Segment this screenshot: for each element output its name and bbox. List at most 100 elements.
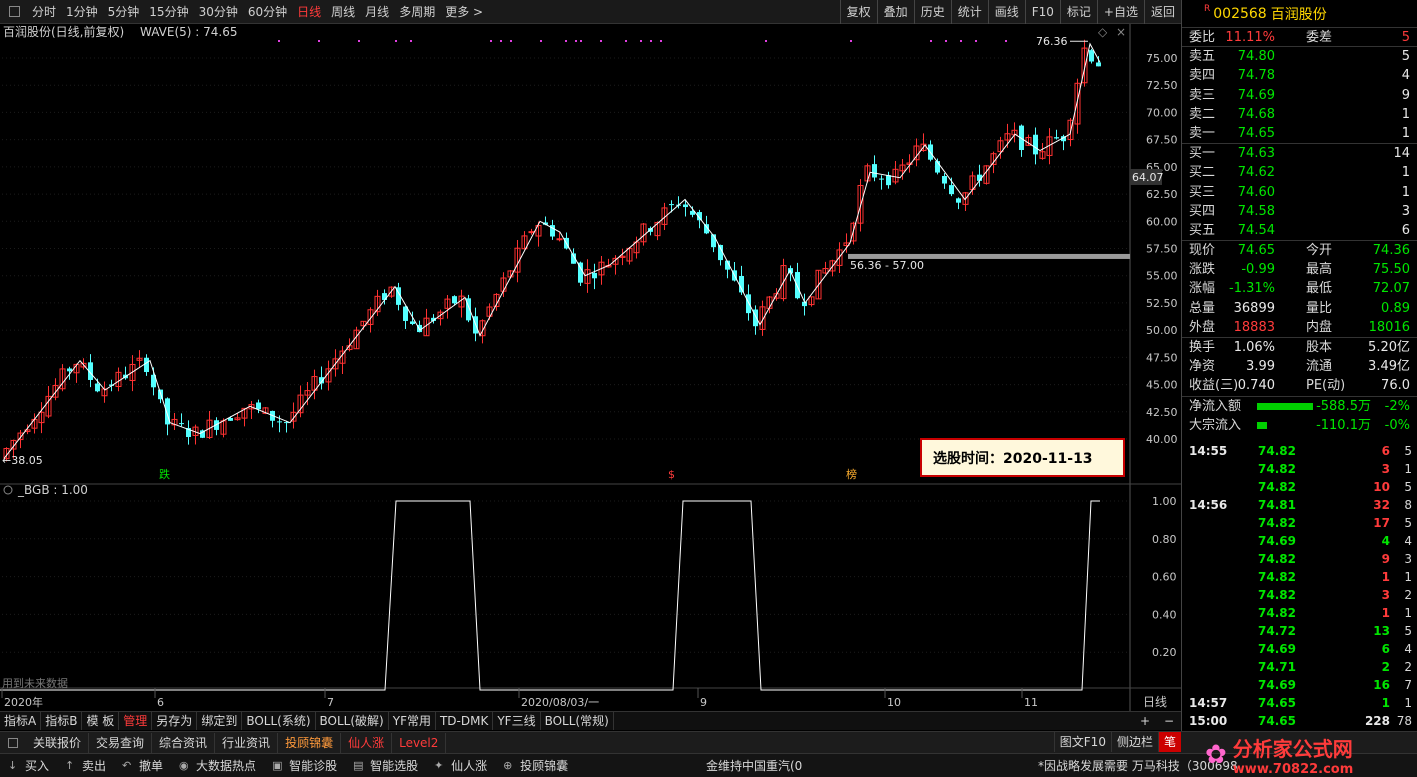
panel-tab-right[interactable]: 笔 <box>1157 732 1181 752</box>
toolbar-button[interactable]: 标记 <box>1059 0 1097 24</box>
period-tabs: 分时 1分钟 5分钟 15分钟 30分钟 60分钟 日线 周线 月线 多周期 更多 > <box>27 0 488 24</box>
toolbar-button[interactable]: 统计 <box>950 0 988 24</box>
tick-price: 74.82 <box>1258 462 1296 476</box>
kline-chart[interactable]: 75.0072.5070.0067.5065.0062.5060.0057.50… <box>0 24 1181 712</box>
toolbar-button[interactable]: 叠加 <box>876 0 914 24</box>
row-value: 3.99 <box>1246 359 1275 375</box>
signal-dot <box>945 40 947 42</box>
status-button[interactable]: ✦ 仙人涨 <box>426 757 495 774</box>
tick-row: 74.69 4 4 <box>1182 532 1417 550</box>
row-value: -0.99 <box>1241 262 1275 278</box>
panel-tab[interactable]: 交易查询 <box>89 732 153 753</box>
tick-price: 74.65 <box>1258 714 1296 728</box>
tick-time: 14:56 <box>1189 498 1228 512</box>
sub-tick-label: 0.80 <box>1152 533 1177 546</box>
tick-volume: 17 <box>1373 516 1390 530</box>
row-label: 总量 <box>1189 300 1216 316</box>
indicator-tab[interactable]: 指标A <box>0 712 42 730</box>
period-tab[interactable]: 日线 <box>292 0 326 24</box>
sub-tick-label: 0.20 <box>1152 646 1177 659</box>
candle-down <box>1096 62 1101 67</box>
indicator-tab[interactable]: BOLL(常规) <box>541 712 614 730</box>
period-tab[interactable]: 分时 <box>27 0 61 24</box>
panel-tab-right[interactable]: 侧边栏 <box>1110 732 1158 752</box>
row-value: 74.36 <box>1372 243 1410 259</box>
row-value: 74.80 <box>1237 49 1275 65</box>
stat-row: 净资 3.99 流通 3.49亿 <box>1182 357 1417 376</box>
status-button[interactable]: ↓ 买入 <box>0 757 57 774</box>
tick-count: 8 <box>1404 498 1412 512</box>
tick-price: 74.65 <box>1258 696 1296 710</box>
panel-tab[interactable]: 仙人涨 <box>341 732 393 753</box>
toolbar-button[interactable]: 历史 <box>913 0 951 24</box>
period-tab[interactable]: 60分钟 <box>243 0 292 24</box>
panel-tab[interactable]: 投顾锦囊 <box>278 732 342 753</box>
period-tab[interactable]: 多周期 <box>394 0 440 24</box>
tick-time: 14:55 <box>1189 444 1228 458</box>
toolbar-button[interactable]: 返回 <box>1143 0 1181 24</box>
stat-row: 涨幅 -1.31% 最低 72.07 <box>1182 279 1417 298</box>
panel-tab[interactable]: Level2 <box>392 732 447 753</box>
period-tab[interactable]: 1分钟 <box>61 0 103 24</box>
period-tab[interactable]: 更多 > <box>440 0 488 24</box>
tick-count: 2 <box>1404 588 1412 602</box>
row-label: 买一 <box>1189 146 1216 162</box>
tick-row: 74.69 16 7 <box>1182 676 1417 694</box>
price-tick-label: 57.50 <box>1146 243 1178 256</box>
future-note: 用到未来数据 <box>2 676 68 690</box>
indicator-tab[interactable]: YF三线 <box>493 712 541 730</box>
row-value: 74.68 <box>1237 106 1275 122</box>
status-button[interactable]: ▤ 智能选股 <box>345 757 426 774</box>
indicator-tab[interactable]: 模 板 <box>82 712 120 730</box>
tick-price: 74.82 <box>1258 606 1296 620</box>
price-tick-label: 42.50 <box>1146 406 1178 419</box>
toolbar-button[interactable]: +自选 <box>1096 0 1144 24</box>
tick-time: 14:57 <box>1189 696 1228 710</box>
period-tab[interactable]: 5分钟 <box>103 0 145 24</box>
candle-down <box>1089 50 1094 62</box>
window-icon[interactable] <box>8 737 18 748</box>
tick-row: 74.82 3 1 <box>1182 460 1417 478</box>
window-icon[interactable] <box>9 6 20 17</box>
indicator-tabs: 指标A 指标B 模 板管理 另存为 绑定到 BOLL(系统) BOLL(破解) YF常用 TD-… <box>0 711 1181 730</box>
period-tab[interactable]: 15分钟 <box>144 0 193 24</box>
indicator-tab[interactable]: TD-DMK <box>436 712 494 730</box>
status-button[interactable]: ↶ 撤单 <box>114 757 171 774</box>
zoom-in-button[interactable]: + <box>1133 712 1157 730</box>
row-value: 74.62 <box>1237 165 1275 181</box>
panel-tab-right[interactable]: 图文F10 <box>1053 732 1111 752</box>
candle-up <box>556 238 563 241</box>
candle-down <box>669 204 674 206</box>
toolbar-button[interactable]: 画线 <box>987 0 1025 24</box>
panel-tab[interactable]: 关联报价 <box>26 732 90 753</box>
period-tab[interactable]: 月线 <box>360 0 394 24</box>
indicator-tab[interactable]: BOLL(破解) <box>316 712 389 730</box>
status-button[interactable]: ↑ 卖出 <box>57 757 114 774</box>
panel-tab[interactable]: 综合资讯 <box>152 732 216 753</box>
row-label: 卖五 <box>1189 49 1216 65</box>
news-ticker[interactable]: 金维持中国重汽(0 <box>706 757 802 774</box>
status-button[interactable]: ◉ 大数据热点 <box>171 757 264 774</box>
row-label: 买三 <box>1189 184 1216 200</box>
signal-dot <box>490 40 492 42</box>
indicator-value: WAVE(5) : 74.65 <box>140 25 237 39</box>
indicator-tab[interactable]: 另存为 <box>152 712 198 730</box>
period-tab[interactable]: 30分钟 <box>194 0 243 24</box>
status-button[interactable]: ▣ 智能诊股 <box>264 757 345 774</box>
signal-dot <box>650 40 652 42</box>
indicator-tab[interactable]: BOLL(系统) <box>242 712 316 730</box>
panel-tab[interactable]: 行业资讯 <box>215 732 279 753</box>
indicator-tab[interactable]: 指标B <box>41 712 83 730</box>
tick-volume: 4 <box>1381 534 1390 548</box>
status-label: 大数据热点 <box>196 759 257 773</box>
toolbar-button[interactable]: 复权 <box>839 0 877 24</box>
zoom-out-button[interactable]: − <box>1157 712 1181 730</box>
event-label: 跌 <box>159 467 170 481</box>
indicator-tab[interactable]: 管理 <box>119 712 153 730</box>
status-button[interactable]: ⊕ 投顾锦囊 <box>495 757 576 774</box>
period-tab[interactable]: 周线 <box>326 0 360 24</box>
indicator-tab[interactable]: 绑定到 <box>197 712 243 730</box>
event-label: $ <box>668 468 675 481</box>
toolbar-button[interactable]: F10 <box>1024 0 1060 24</box>
indicator-tab[interactable]: YF常用 <box>389 712 436 730</box>
